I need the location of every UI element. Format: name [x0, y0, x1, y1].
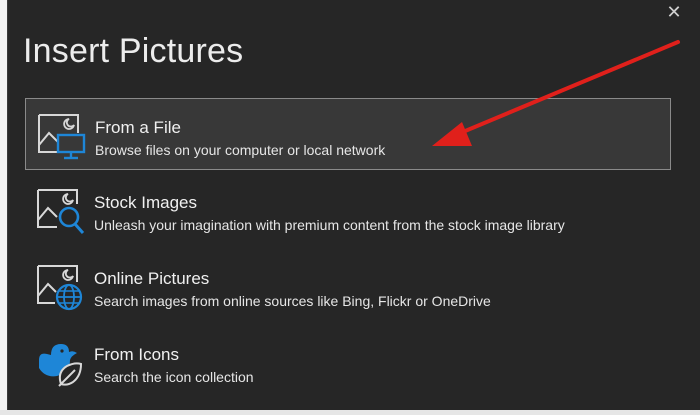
- option-online-pictures[interactable]: Online Pictures Search images from onlin…: [25, 250, 671, 322]
- window-left-edge: [0, 0, 8, 415]
- close-icon[interactable]: ✕: [664, 2, 684, 22]
- option-description: Search the icon collection: [94, 369, 254, 385]
- picture-search-icon: [35, 186, 85, 236]
- window-bottom-edge: [0, 410, 700, 415]
- picture-globe-icon: [35, 262, 85, 312]
- option-label: Online Pictures: [94, 269, 210, 288]
- option-description: Browse files on your computer or local n…: [95, 142, 386, 158]
- option-label: From Icons: [94, 345, 180, 364]
- insert-pictures-dialog: Insert Pictures ✕ From a File Browse fil…: [8, 0, 700, 410]
- option-description: Unleash your imagination with premium co…: [94, 217, 565, 233]
- option-stock-images[interactable]: Stock Images Unleash your imagination wi…: [25, 174, 671, 246]
- bird-leaf-icon: [35, 338, 85, 388]
- picture-monitor-icon: [36, 111, 86, 161]
- option-label: From a File: [95, 118, 181, 137]
- option-from-a-file[interactable]: From a File Browse files on your compute…: [25, 98, 671, 170]
- option-label: Stock Images: [94, 193, 197, 212]
- option-from-icons[interactable]: From Icons Search the icon collection: [25, 326, 671, 398]
- option-description: Search images from online sources like B…: [94, 293, 491, 309]
- dialog-title: Insert Pictures: [23, 32, 244, 70]
